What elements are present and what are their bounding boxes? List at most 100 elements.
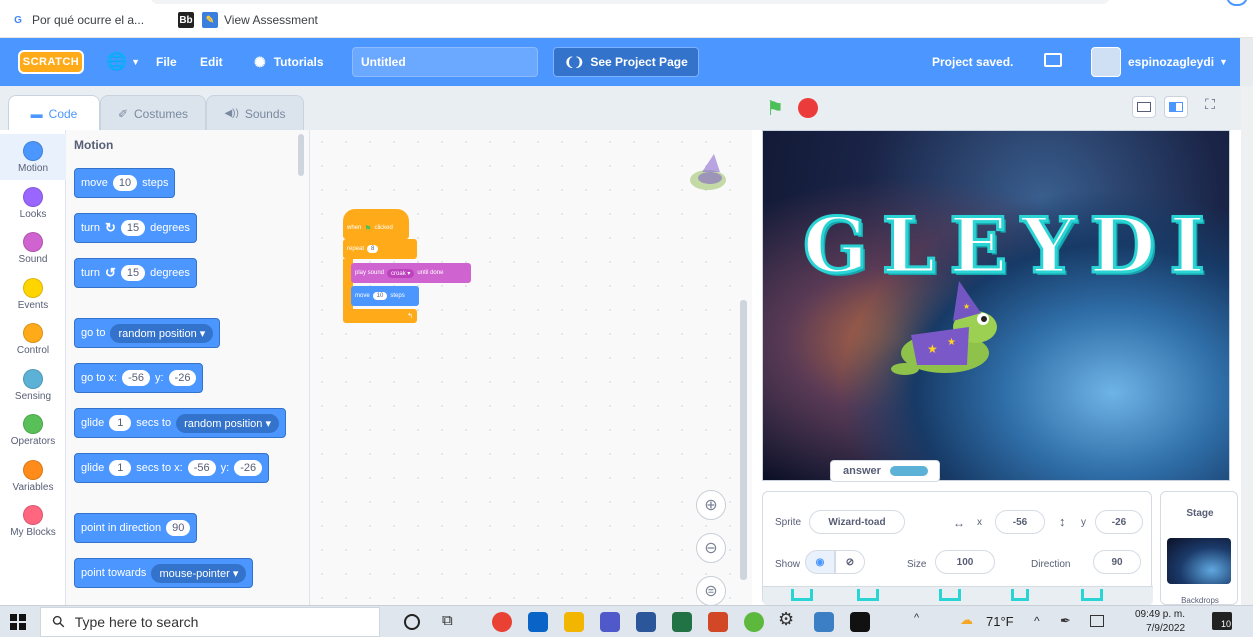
sound-dropdown[interactable]: croak ▾ (387, 268, 415, 278)
sprite-tile[interactable] (857, 589, 879, 601)
show-sprite-button[interactable]: ◉ (805, 550, 835, 574)
block-go-to-xy[interactable]: go to x: -56 y: -26 (74, 363, 204, 393)
workspace-scrollbar[interactable] (740, 300, 747, 580)
tab-sounds[interactable]: ◀)) Sounds (206, 95, 304, 131)
file-menu[interactable]: File (156, 38, 177, 86)
excel-icon[interactable] (672, 612, 692, 632)
repeat-count-input[interactable]: 8 (367, 245, 379, 253)
size-input[interactable]: 100 (935, 550, 995, 574)
zoom-reset-button[interactable]: ⊜ (696, 576, 726, 606)
task-view-icon[interactable]: ⧉ (442, 612, 453, 629)
page-scrollbar[interactable] (1240, 38, 1253, 86)
stop-icon[interactable] (798, 98, 818, 118)
see-project-page-button[interactable]: ❨❩ See Project Page (553, 47, 699, 77)
settings-gear-icon[interactable]: ⚙ (778, 609, 794, 630)
show-hidden-icons-chevron-icon[interactable]: ^ (914, 612, 919, 624)
system-clock[interactable]: 09:49 p. m. 7/9/2022 (1135, 608, 1185, 636)
category-my-blocks[interactable]: My Blocks (0, 498, 66, 544)
category-control[interactable]: Control (0, 316, 66, 362)
target-dropdown[interactable]: mouse-pointer ▾ (151, 563, 247, 583)
block-when-flag-clicked[interactable]: when ⚑ clicked (343, 209, 409, 239)
scratch-logo[interactable]: SCRATCH (18, 50, 84, 74)
category-looks[interactable]: Looks (0, 180, 66, 226)
tab-costumes[interactable]: ✐ Costumes (100, 95, 206, 131)
notification-center-icon[interactable]: 10 (1212, 612, 1232, 630)
project-title-input[interactable]: Untitled (352, 47, 538, 77)
block-point-in-direction[interactable]: point in direction 90 (74, 513, 198, 543)
category-events[interactable]: Events (0, 271, 66, 317)
avatar[interactable] (1091, 47, 1121, 77)
x-input[interactable]: -56 (122, 370, 150, 386)
fullscreen-icon[interactable]: ⛶ (1198, 96, 1222, 118)
steps-input[interactable]: 10 (372, 292, 388, 300)
outlook-icon[interactable] (528, 612, 548, 632)
category-sensing[interactable]: Sensing (0, 362, 66, 408)
backdrop-thumbnail[interactable] (1167, 538, 1231, 584)
edit-menu[interactable]: Edit (200, 38, 223, 86)
block-repeat[interactable]: repeat 8 (343, 239, 417, 259)
bookmark-blackboard[interactable]: Bb (178, 12, 194, 28)
sprite-tile[interactable] (939, 589, 961, 601)
category-motion[interactable]: Motion (0, 134, 66, 180)
x-input[interactable]: -56 (187, 460, 216, 476)
teams-icon[interactable] (600, 612, 620, 632)
page-scrollbar-right[interactable] (1241, 86, 1253, 605)
script-workspace[interactable] (310, 130, 752, 605)
y-input[interactable]: -26 (234, 460, 263, 476)
block-turn-right[interactable]: turn ↻ 15 degrees (74, 213, 197, 243)
degrees-input[interactable]: 15 (120, 265, 146, 281)
zoom-in-button[interactable]: ⊕ (696, 490, 726, 520)
photos-icon[interactable] (814, 612, 834, 632)
block-glide-to[interactable]: glide 1 secs to random position ▾ (74, 408, 286, 438)
profile-icon[interactable] (1226, 0, 1248, 6)
bookmark-view-assessment[interactable]: ✎ View Assessment (202, 12, 318, 28)
network-icon[interactable] (1090, 615, 1104, 627)
chrome-icon[interactable] (492, 612, 512, 632)
secs-input[interactable]: 1 (109, 415, 132, 431)
block-move-steps[interactable]: move 10 steps (74, 168, 176, 198)
y-input[interactable]: -26 (168, 370, 197, 386)
cortana-icon[interactable] (404, 614, 420, 630)
pen-icon[interactable]: ✒ (1060, 613, 1071, 629)
category-sound[interactable]: Sound (0, 225, 66, 271)
chevron-up-icon[interactable]: ^ (1034, 614, 1040, 628)
block-glide-to-xy[interactable]: glide 1 secs to x: -56 y: -26 (74, 453, 270, 483)
script-stack[interactable]: when ⚑ clicked repeat 8 play sound croak ▾ un… (343, 209, 473, 324)
category-variables[interactable]: Variables (0, 453, 66, 499)
sprite-list[interactable] (763, 586, 1153, 606)
tab-code[interactable]: ▬ Code (8, 95, 100, 131)
zoom-out-button[interactable]: ⊖ (696, 533, 726, 563)
target-dropdown[interactable]: random position ▾ (110, 323, 214, 343)
block-turn-left[interactable]: turn ↺ 15 degrees (74, 258, 197, 288)
x-position-input[interactable]: -56 (995, 510, 1045, 534)
target-dropdown[interactable]: random position ▾ (176, 413, 279, 433)
block-move-steps-script[interactable]: move 10 steps (351, 286, 419, 306)
hide-sprite-button[interactable]: ⊘ (835, 550, 865, 574)
category-operators[interactable]: Operators (0, 407, 66, 453)
sprite-name-input[interactable]: Wizard-toad (809, 510, 905, 534)
block-point-towards[interactable]: point towards mouse-pointer ▾ (74, 558, 254, 588)
powerpoint-icon[interactable] (708, 612, 728, 632)
file-explorer-icon[interactable] (564, 612, 584, 632)
taskbar-search-input[interactable]: ⚲ Type here to search (40, 607, 380, 637)
sprite-tile[interactable] (791, 589, 813, 601)
direction-input[interactable]: 90 (1093, 550, 1141, 574)
language-menu[interactable]: 🌐 ▼ (106, 38, 140, 86)
account-menu[interactable]: espinozagleydi ▼ (1128, 38, 1228, 86)
word-icon[interactable] (636, 612, 656, 632)
small-stage-button[interactable] (1132, 96, 1156, 118)
terminal-icon[interactable] (850, 612, 870, 632)
app-icon[interactable] (744, 612, 764, 632)
y-position-input[interactable]: -26 (1095, 510, 1143, 534)
degrees-input[interactable]: 15 (120, 220, 146, 236)
wizard-toad-sprite[interactable]: ★ ★ ★ (883, 279, 1003, 389)
block-go-to[interactable]: go to random position ▾ (74, 318, 221, 348)
sprite-tile[interactable] (1011, 589, 1029, 601)
windows-start-icon[interactable] (10, 614, 26, 630)
tutorials-button[interactable]: ✺ Tutorials (254, 38, 324, 86)
palette-scrollbar[interactable] (298, 134, 304, 176)
bookmark-google[interactable]: G Por qué ocurre el a... (10, 12, 144, 28)
stage-canvas[interactable]: GLEYDI ★ ★ ★ (762, 130, 1230, 481)
steps-input[interactable]: 10 (112, 175, 138, 191)
block-play-sound-until-done[interactable]: play sound croak ▾ until done (351, 263, 471, 283)
